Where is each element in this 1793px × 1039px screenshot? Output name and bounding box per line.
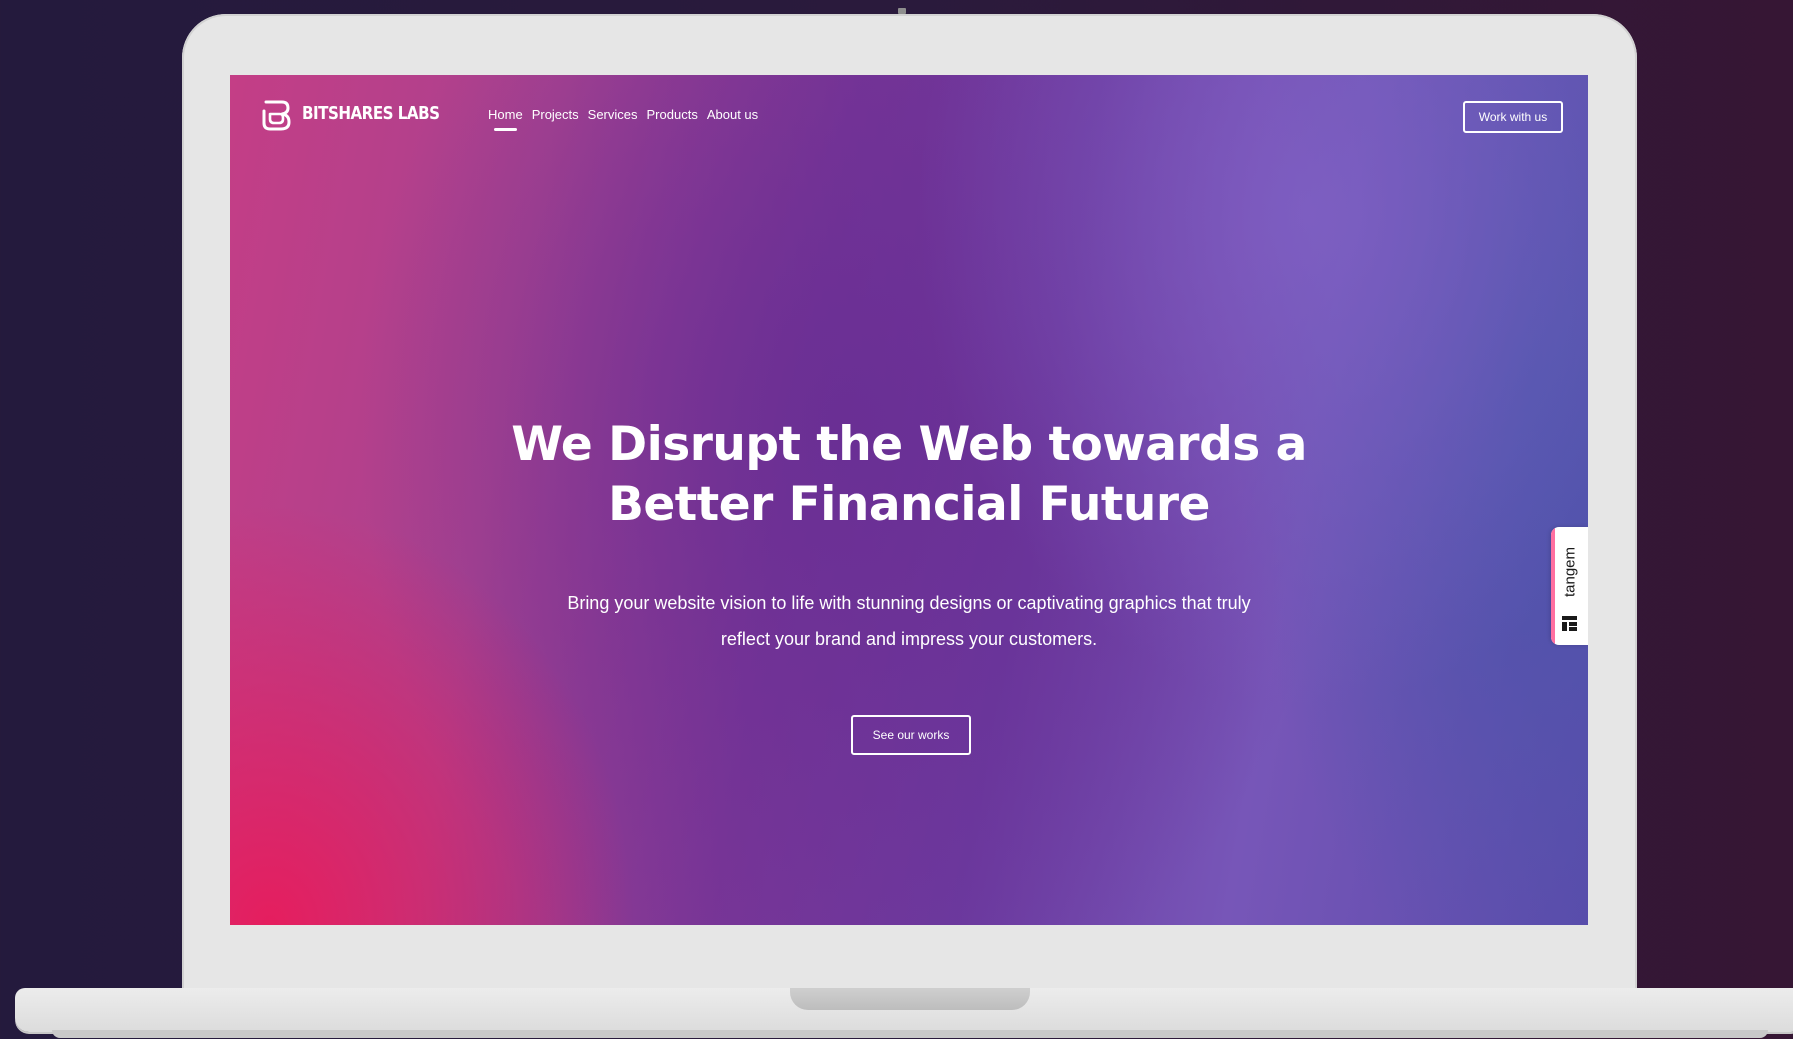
see-our-works-button[interactable]: See our works — [851, 715, 971, 755]
hero-subtitle: Bring your website vision to life with s… — [230, 585, 1588, 657]
tangem-widget-tab[interactable]: tangem — [1551, 527, 1588, 645]
nav-link-services[interactable]: Services — [588, 107, 638, 122]
bitshares-logo-icon[interactable] — [260, 97, 292, 133]
hero-title-line-2: Better Financial Future — [608, 477, 1210, 532]
laptop-notch — [790, 988, 1030, 1010]
hero-title-line-1: We Disrupt the Web towards a — [511, 417, 1307, 472]
website-screen: BITSHARES LABS Home Projects Services Pr… — [230, 75, 1588, 925]
nav-link-home[interactable]: Home — [488, 107, 523, 131]
navbar: BITSHARES LABS Home Projects Services Pr… — [260, 97, 1563, 141]
hero-subtitle-line-1: Bring your website vision to life with s… — [567, 593, 1251, 613]
hero-subtitle-line-2: reflect your brand and impress your cust… — [720, 629, 1098, 649]
tangem-logo-icon — [1562, 616, 1577, 631]
brand-name[interactable]: BITSHARES LABS — [302, 103, 440, 124]
nav-link-about-us[interactable]: About us — [707, 107, 758, 122]
nav-links: Home Projects Services Products About us — [488, 107, 758, 131]
tangem-label: tangem — [1561, 546, 1579, 598]
nav-link-products[interactable]: Products — [647, 107, 698, 122]
work-with-us-button[interactable]: Work with us — [1463, 101, 1563, 133]
tangem-label-wrap: tangem — [1559, 537, 1581, 607]
nav-link-projects[interactable]: Projects — [532, 107, 579, 122]
laptop-base-edge — [52, 1030, 1768, 1038]
hero-title: We Disrupt the Web towards a Better Fina… — [230, 415, 1588, 535]
